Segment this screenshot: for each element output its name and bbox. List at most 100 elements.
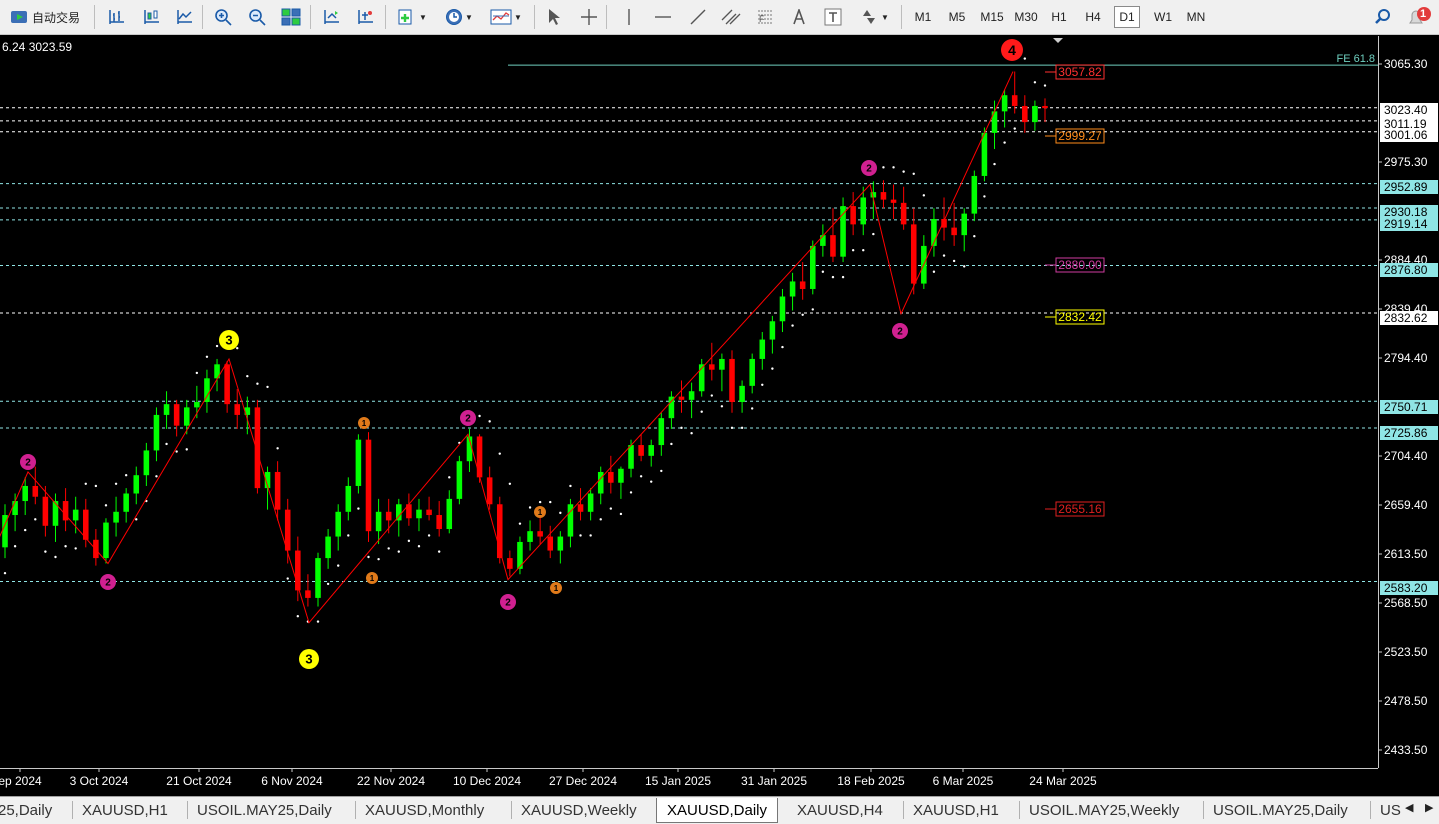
timeframe-m15[interactable]: M15 <box>977 6 1007 28</box>
candle-body <box>961 213 967 236</box>
notifications-button[interactable]: 1 <box>1404 5 1434 29</box>
candle-body <box>688 391 695 400</box>
zoom-out-button[interactable] <box>244 5 270 29</box>
price-chart[interactable]: FE 61.8 2 2 3 3 1 1 2 2 1 1 2 2 4 3057.82 2999.27 2880.0… <box>0 36 1439 796</box>
timeframe-m1[interactable]: M1 <box>909 6 937 28</box>
candle-body <box>850 206 856 225</box>
candle-body <box>113 511 119 523</box>
psar-dot <box>892 166 895 169</box>
periods-dropdown[interactable]: ▼ <box>440 5 478 29</box>
arrows-dropdown[interactable]: ▼ <box>855 5 893 29</box>
chart-tab[interactable]: XAUUSD,Monthly <box>365 798 484 822</box>
bar-chart-button[interactable] <box>103 5 129 29</box>
chart-tab[interactable]: XAUUSD,H1 <box>82 798 168 822</box>
wave-label: 2 <box>465 414 471 425</box>
psar-dot <box>730 426 734 430</box>
psar-dot <box>791 324 794 327</box>
candle <box>840 197 846 263</box>
text-button[interactable] <box>786 5 812 29</box>
chart-shift-button[interactable] <box>352 5 378 29</box>
date-axis-label: 18 Feb 2025 <box>837 774 905 788</box>
chart-tab[interactable]: XAUUSD,Daily <box>656 798 779 823</box>
psar-dot <box>569 484 572 488</box>
timeframe-m5[interactable]: M5 <box>943 6 971 28</box>
timeframe-mn[interactable]: MN <box>1182 6 1210 28</box>
chart-tab[interactable]: USOIL.MAY25,Weekly <box>1029 798 1179 822</box>
psar-dot <box>811 308 814 311</box>
psar-dot <box>932 270 936 273</box>
chart-tab[interactable]: USOIL.MAY25,Daily <box>197 798 332 822</box>
indicators-dropdown[interactable]: ▼ <box>393 5 431 29</box>
crosshair-button[interactable] <box>576 5 602 29</box>
level-box-value: 2880.00 <box>1058 258 1102 272</box>
candle-body <box>153 414 160 451</box>
equidistant-channel-button[interactable] <box>718 5 744 29</box>
timeframe-w1[interactable]: W1 <box>1148 6 1178 28</box>
level-box-value: 3057.82 <box>1058 65 1102 79</box>
candle-body <box>910 224 917 284</box>
wave-marker: 1 <box>358 417 370 429</box>
tab-scroll-right-icon[interactable]: ▶ <box>1425 801 1433 814</box>
candle <box>971 170 978 222</box>
bar-chart-icon <box>109 10 124 24</box>
price-axis-label: 2523.50 <box>1384 645 1428 659</box>
zoom-in-button[interactable] <box>210 5 236 29</box>
wave-marker: 2 <box>861 160 877 176</box>
chevron-down-icon: ▼ <box>514 12 522 22</box>
psar-dot <box>94 484 98 488</box>
chart-tab[interactable]: XAUUSD,H1 <box>913 798 999 822</box>
psar-dot <box>316 620 320 623</box>
chart-tab[interactable]: XAUUSD,H4 <box>797 798 883 822</box>
candle-body <box>42 496 49 526</box>
line-chart-button[interactable] <box>171 5 197 29</box>
chart-tab[interactable]: US <box>1380 798 1401 822</box>
candle-body <box>12 501 18 516</box>
vertical-line-button[interactable] <box>616 5 642 29</box>
candle-body <box>628 445 634 469</box>
channel-icon <box>721 9 741 25</box>
tab-scroll-left-icon[interactable]: ◀ <box>1405 801 1413 814</box>
chart-tab[interactable]: USOIL.MAY25,Daily <box>1213 798 1348 822</box>
cursor-button[interactable] <box>541 5 567 29</box>
timeframe-h4[interactable]: H4 <box>1080 6 1106 28</box>
candle-body <box>52 501 59 526</box>
psar-dot <box>417 545 421 548</box>
psar-dot <box>256 382 259 385</box>
candle-body <box>456 461 463 499</box>
psar-dot <box>862 249 865 252</box>
tile-windows-button[interactable] <box>278 5 304 29</box>
candlestick-button[interactable] <box>138 5 164 29</box>
psar-dot <box>337 564 340 567</box>
psar-dot <box>195 371 199 375</box>
chart-tab[interactable]: 25,Daily <box>0 798 52 822</box>
candle-body <box>1001 95 1008 112</box>
candle-body <box>345 485 352 512</box>
candle-body <box>1042 105 1048 109</box>
psar-dot <box>983 195 986 198</box>
search-button[interactable] <box>1370 5 1396 29</box>
level-box-value: 2999.27 <box>1058 129 1102 143</box>
timeframe-d1[interactable]: D1 <box>1114 6 1140 28</box>
timeframe-m30[interactable]: M30 <box>1011 6 1041 28</box>
candle-body <box>204 378 210 402</box>
horizontal-line-button[interactable] <box>650 5 676 29</box>
fibonacci-button[interactable]: F <box>752 5 778 29</box>
autotrade-button[interactable]: 自动交易 <box>2 5 88 29</box>
candle-body <box>234 404 241 415</box>
wave-marker: 1 <box>366 572 378 584</box>
price-axis-label: 2794.40 <box>1384 351 1428 365</box>
candle-body <box>355 439 362 486</box>
candle-body <box>1032 105 1038 123</box>
psar-dot <box>124 474 128 477</box>
indicator-add-icon <box>398 9 412 25</box>
timeframe-h1[interactable]: H1 <box>1046 6 1072 28</box>
price-tag: 2832.62 <box>1380 311 1438 325</box>
text-label-button[interactable] <box>820 5 846 29</box>
vertical-line-icon <box>628 9 630 25</box>
price-tag: 3001.06 <box>1380 128 1438 142</box>
autoscroll-button[interactable] <box>318 5 344 29</box>
price-tag: 2919.14 <box>1380 217 1438 231</box>
templates-dropdown[interactable]: ▼ <box>486 5 526 29</box>
trendline-button[interactable] <box>685 5 711 29</box>
chart-tab[interactable]: XAUUSD,Weekly <box>521 798 637 822</box>
